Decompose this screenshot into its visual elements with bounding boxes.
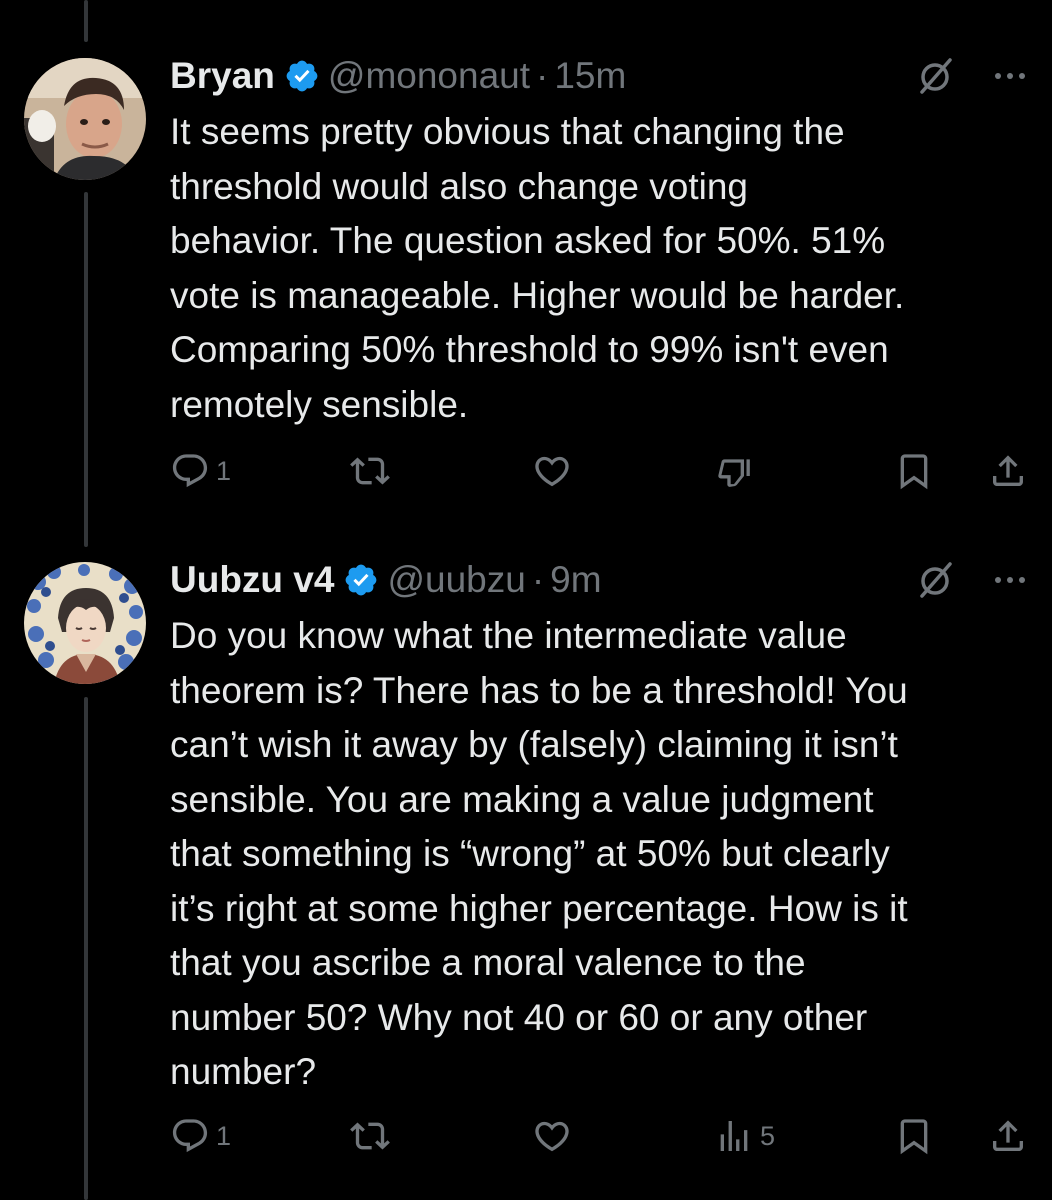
more-icon[interactable] [992,58,1028,94]
tweet-text-line: vote is manageable. Higher would be hard… [170,274,905,316]
reply-button[interactable]: 1 [170,449,231,493]
tweet-text-line: can’t wish it away by (falsely) claiming… [170,724,898,765]
bookmark-icon [900,454,928,490]
thread-line-top [84,0,88,42]
share-button[interactable] [988,449,1028,493]
timestamp[interactable]: 9m [550,559,601,601]
tweet-text: Do you know what the intermediate value … [170,609,1030,1100]
tweet-bryan[interactable]: Bryan @mononaut · 15m It seems pretty ob… [0,54,1052,504]
tweet-text-line: Comparing 50% threshold to 99% isn't eve… [170,329,889,370]
header-actions [916,558,1028,602]
like-icon [535,1121,569,1152]
views-button[interactable]: 5 [714,1114,775,1158]
grok-icon[interactable] [916,560,956,600]
tweet-uubzu[interactable]: Uubzu v4 @uubzu · 9m Do you know what th… [0,558,1052,1178]
avatar[interactable] [24,58,146,180]
reply-count: 1 [216,455,232,486]
share-icon [993,1120,1023,1151]
action-bar: 1 [170,449,1032,493]
reply-count: 1 [216,1120,232,1151]
repost-icon [350,457,390,485]
tweet-text: It seems pretty obvious that changing th… [170,105,1030,432]
grok-icon[interactable] [916,56,956,96]
repost-button[interactable] [350,449,390,493]
avatar[interactable] [24,562,146,684]
downvote-icon [718,459,750,487]
reply-icon [172,454,208,488]
handle[interactable]: @uubzu [387,559,525,601]
tweet-text-line: sensible. You are making a value judgmen… [170,778,874,820]
repost-icon [350,1122,390,1150]
display-name[interactable]: Bryan [170,55,275,97]
header-actions [916,54,1028,98]
tweet-text-line: threshold would also change voting [170,165,748,207]
share-icon [993,455,1023,486]
tweet-text-line: Do you know what the intermediate value [170,615,847,656]
tweet-text-line: It seems pretty obvious that changing th… [170,111,845,152]
verified-badge-icon[interactable] [284,58,320,94]
tweet-text-line: number? [170,1051,317,1092]
like-icon [535,456,569,487]
bookmark-button[interactable] [894,1114,934,1158]
separator-dot: · [536,55,549,96]
like-button[interactable] [532,1114,572,1158]
tweet-text-line: remotely sensible. [170,383,469,425]
handle[interactable]: @mononaut [328,55,530,97]
timestamp[interactable]: 15m [554,55,626,97]
verified-badge-icon[interactable] [343,562,379,598]
tweet-text-line: behavior. The question asked for 50%. 51… [170,220,886,261]
tweet-text-line: theorem is? There has to be a threshold!… [170,669,908,711]
share-button[interactable] [988,1114,1028,1158]
separator-dot: · [531,559,545,600]
views-icon [720,1121,748,1151]
tweet-text-line: that something is “wrong” at 50% but cle… [170,833,890,874]
action-bar: 1 5 [170,1114,1032,1158]
tweet-header: Bryan @mononaut · 15m [170,54,626,98]
reply-icon [172,1119,208,1153]
bookmark-icon [900,1119,928,1155]
tweet-header: Uubzu v4 @uubzu · 9m [170,558,602,602]
views-count: 5 [760,1120,776,1151]
tweet-text-line: it’s right at some higher percentage. Ho… [170,887,908,929]
display-name[interactable]: Uubzu v4 [170,559,334,601]
like-button[interactable] [532,449,572,493]
more-icon[interactable] [992,562,1028,598]
bookmark-button[interactable] [894,449,934,493]
downvote-button[interactable] [714,449,754,493]
tweet-text-line: that you ascribe a moral valence to the [170,942,806,983]
reply-button[interactable]: 1 [170,1114,231,1158]
tweet-text-line: number 50? Why not 40 or 60 or any other [170,996,868,1038]
repost-button[interactable] [350,1114,390,1158]
